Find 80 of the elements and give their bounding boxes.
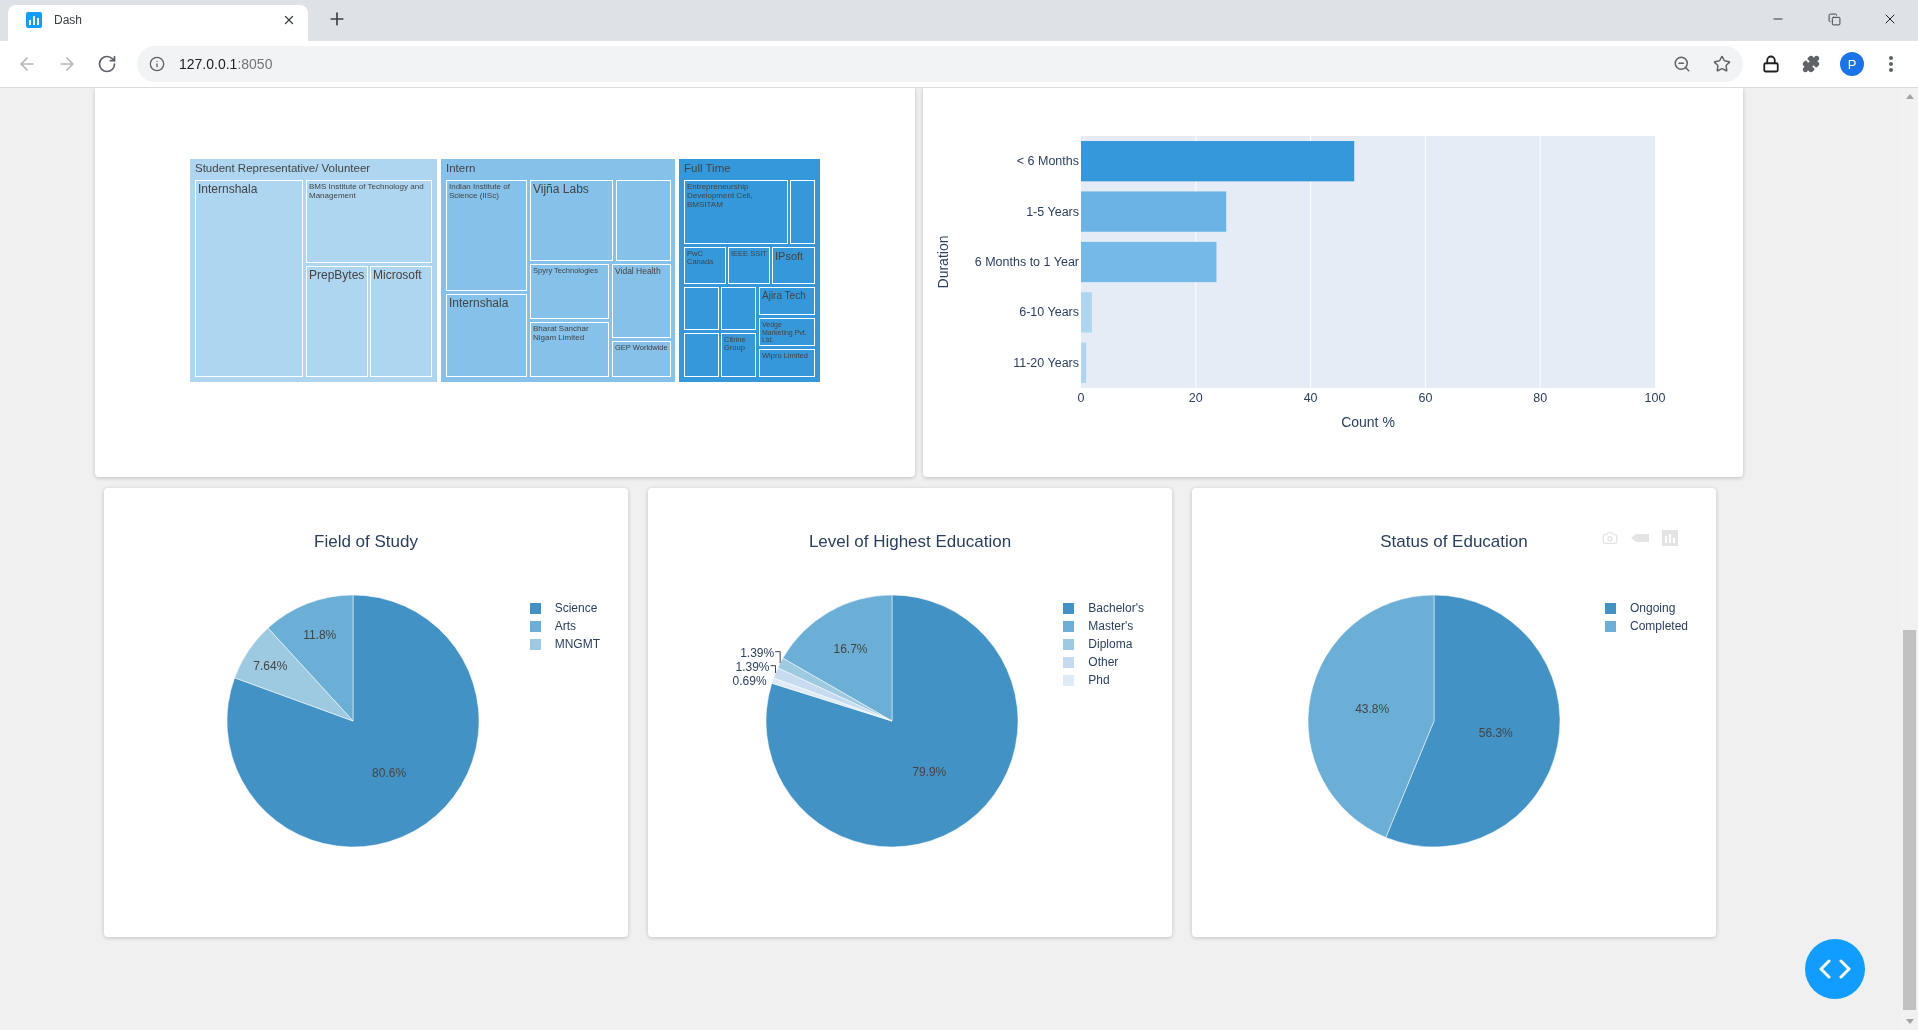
treemap-tile: BMS Institute of Technology and Management <box>306 180 432 263</box>
category-label: < 6 Months <box>1016 154 1079 169</box>
slice-label: 16.7% <box>833 642 868 657</box>
slice-label: 7.64% <box>253 658 288 673</box>
legend-label[interactable]: Master's <box>1088 618 1134 634</box>
group-label: Intern <box>446 161 476 175</box>
address-field[interactable]: 127.0.0.1:8050 <box>137 46 1743 82</box>
slice-label: 0.69% <box>732 673 767 688</box>
treemap-tile: Entrepreneurship Development Cell, BMSITAM <box>684 180 788 244</box>
treemap-tile: Indian Institute of Science (IISc) <box>446 180 527 291</box>
tick-label: 80 <box>1533 391 1548 405</box>
group-label: Student Representative/ Volunteer <box>195 161 371 175</box>
legend-label[interactable]: MNGMT <box>554 636 600 652</box>
legend-label[interactable]: Ongoing <box>1629 600 1676 616</box>
treemap-tile <box>684 287 719 330</box>
treemap-tile: Ajira Tech <box>759 287 815 315</box>
treemap-tile: Microsoft <box>370 266 432 377</box>
slice-label: 80.6% <box>371 765 406 780</box>
treemap-tile <box>790 180 815 244</box>
star-icon <box>1713 55 1731 73</box>
slice-label: 1.39% <box>735 659 770 674</box>
scrollbar-thumb[interactable] <box>1903 630 1916 1010</box>
caret-down-icon[interactable] <box>1905 1019 1914 1024</box>
treemap-tile: Vijña Labs <box>530 180 613 261</box>
slice-label: 79.9% <box>911 764 946 779</box>
legend-label[interactable]: Phd <box>1088 672 1110 688</box>
close-icon <box>282 13 296 27</box>
treemap-tile: IPsoft <box>772 247 815 284</box>
treemap-tile: PrepBytes <box>306 266 368 377</box>
restore-icon <box>1827 12 1841 26</box>
legend-label[interactable]: Bachelor's <box>1088 600 1144 616</box>
legend-label[interactable]: Science <box>554 600 598 616</box>
category-label: 1-5 Years <box>1026 204 1079 219</box>
bar-chart-icon <box>26 12 42 28</box>
treemap-tile: Internshala <box>195 180 303 377</box>
slice-label: 43.8% <box>1355 701 1390 716</box>
category-label: 11-20 Years <box>1013 355 1079 370</box>
tick-label: 0 <box>1077 391 1085 405</box>
slice-label: 56.3% <box>1479 726 1514 741</box>
tag-icon[interactable] <box>1631 534 1649 542</box>
treemap-tile: Bharat Sanchar Nigam Limited <box>530 322 609 377</box>
tick-label: 40 <box>1303 391 1318 405</box>
group-label: Full Time <box>684 161 731 175</box>
legend-label[interactable]: Completed <box>1629 618 1688 634</box>
tick-label: 100 <box>1644 391 1666 405</box>
camera-icon[interactable] <box>1602 530 1618 546</box>
axis-title: Count % <box>1341 414 1395 430</box>
legend-label[interactable]: Other <box>1088 654 1119 670</box>
tab-title: Dash <box>54 12 82 29</box>
chart-title: Level of Highest Education <box>808 531 1012 553</box>
zoom-out-icon <box>1673 55 1691 73</box>
axis-title: Duration <box>935 235 951 289</box>
chart-title: Field of Study <box>314 531 418 553</box>
reload-icon <box>97 54 117 74</box>
lock-icon <box>1762 55 1780 73</box>
bar-chart-icon[interactable] <box>1662 530 1678 546</box>
treemap-tile: Vidal Health <box>612 264 671 338</box>
browser-tab[interactable]: Dash <box>8 5 308 41</box>
bar <box>1081 292 1092 333</box>
treemap-tile <box>684 333 719 377</box>
legend-label[interactable]: Diploma <box>1088 636 1133 652</box>
menu-icon <box>1889 56 1893 72</box>
chart-title: Status of Education <box>1380 531 1528 553</box>
treemap-tile: Internshala <box>446 294 527 377</box>
slice-label: 1.39% <box>739 645 774 660</box>
caret-up-icon[interactable] <box>1905 94 1914 99</box>
profile-avatar[interactable]: P <box>1840 52 1864 76</box>
tick-label: 20 <box>1188 391 1203 405</box>
tick-label: 60 <box>1418 391 1433 405</box>
info-icon <box>149 56 165 72</box>
slice-label: 11.8% <box>303 628 337 643</box>
bar <box>1081 342 1087 383</box>
category-label: 6 Months to 1 Year <box>974 255 1079 269</box>
puzzle-icon <box>1802 55 1820 73</box>
chevrons-icon <box>1818 959 1852 979</box>
code-button[interactable] <box>1805 939 1865 999</box>
legend-label[interactable]: Arts <box>554 618 576 634</box>
url-text: 127.0.0.1:8050 <box>179 55 273 73</box>
treemap-tile <box>721 287 756 330</box>
category-label: 6-10 Years <box>1019 305 1079 320</box>
